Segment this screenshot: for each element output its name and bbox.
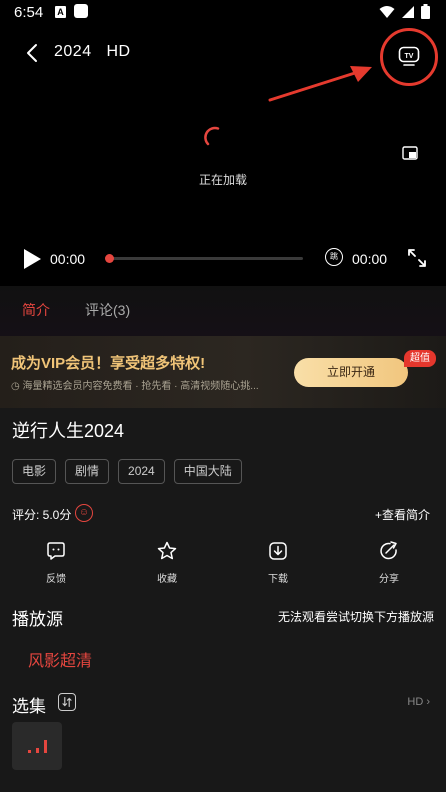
value-badge: 超值	[404, 350, 436, 367]
fullscreen-icon[interactable]	[406, 247, 428, 269]
feedback-label: 反馈	[46, 574, 66, 585]
vip-subscribe-button[interactable]: 立即开通	[294, 358, 408, 387]
chevron-right-icon: ›	[426, 696, 430, 708]
video-title: 2024 HD	[54, 43, 131, 60]
video-player[interactable]: 2024 HD TV 正在加载 00:00 跳 00:00	[0, 26, 446, 286]
source-item-selected[interactable]: 风影超清	[28, 647, 92, 671]
vip-title: 成为VIP会员！享受超多特权!	[11, 355, 206, 372]
source-hint: 无法观看尝试切换下方播放源	[277, 610, 434, 624]
detail-tabs: 简介 评论(3)	[0, 286, 446, 336]
episodes-quality-selector[interactable]: HD ›	[407, 696, 430, 708]
source-section-title: 播放源	[12, 610, 63, 629]
episode-item[interactable]	[12, 722, 62, 770]
movie-details: 逆行人生2024 电影 剧情 2024 中国大陆 评分: 5.0分 ☺ +查看简…	[0, 408, 446, 792]
share-button[interactable]: 分享	[359, 541, 419, 585]
wifi-icon	[379, 5, 395, 18]
favorite-label: 收藏	[157, 574, 177, 585]
rate-icon[interactable]: ☺	[75, 504, 93, 522]
tv-cast-button[interactable]: TV	[380, 28, 438, 86]
vip-subtitle: ◷ 海量精选会员内容免费看 · 抢先看 · 高清视频随心挑...	[11, 381, 259, 392]
feedback-button[interactable]: 反馈	[26, 541, 86, 585]
picture-in-picture-icon[interactable]	[402, 146, 418, 160]
loading-text: 正在加载	[198, 173, 247, 187]
tab-intro[interactable]: 简介	[22, 300, 50, 320]
download-icon	[269, 542, 287, 560]
battery-icon	[421, 4, 430, 19]
svg-text:TV: TV	[405, 53, 414, 60]
tag-subgenre[interactable]: 剧情	[65, 459, 110, 484]
episodes-section-title: 选集	[12, 697, 46, 716]
vip-banner[interactable]: 成为VIP会员！享受超多特权! ◷ 海量精选会员内容免费看 · 抢先看 · 高清…	[0, 336, 446, 408]
action-bar: 反馈 收藏 下载 分享	[0, 538, 446, 590]
favorite-button[interactable]: 收藏	[137, 541, 197, 585]
status-bar: 6:54 A	[0, 0, 446, 26]
share-label: 分享	[379, 574, 399, 585]
download-button[interactable]: 下载	[248, 541, 308, 585]
status-time: 6:54	[14, 4, 44, 21]
skip-intro-button[interactable]: 跳	[325, 248, 343, 266]
tag-year[interactable]: 2024	[118, 459, 165, 484]
back-arrow-icon[interactable]	[22, 42, 44, 64]
clock-icon: ◷	[11, 381, 20, 392]
total-time: 00:00	[352, 251, 388, 267]
tag-genre[interactable]: 电影	[12, 459, 57, 484]
annotation-arrow-icon	[268, 66, 372, 102]
progress-handle[interactable]	[105, 254, 114, 263]
app-notification-icon	[74, 4, 88, 18]
feedback-icon	[47, 542, 65, 560]
sort-icon[interactable]	[58, 693, 76, 711]
star-icon	[157, 541, 177, 560]
tag-list: 电影 剧情 2024 中国大陆	[12, 459, 242, 484]
progress-bar[interactable]	[105, 254, 303, 263]
rating-text: 评分: 5.0分	[12, 508, 72, 522]
loading-spinner-icon	[204, 126, 220, 146]
play-icon[interactable]	[22, 248, 42, 270]
signal-icon	[402, 5, 414, 18]
playing-indicator-icon	[28, 740, 47, 753]
movie-title: 逆行人生2024	[12, 421, 125, 441]
view-intro-link[interactable]: +查看简介	[375, 506, 430, 523]
tag-region[interactable]: 中国大陆	[173, 459, 242, 484]
notification-icon: A	[55, 6, 66, 18]
download-label: 下载	[268, 574, 288, 585]
tv-icon: TV	[398, 46, 420, 66]
share-icon	[380, 541, 397, 560]
current-time: 00:00	[50, 251, 86, 267]
tab-comments[interactable]: 评论(3)	[85, 300, 130, 320]
